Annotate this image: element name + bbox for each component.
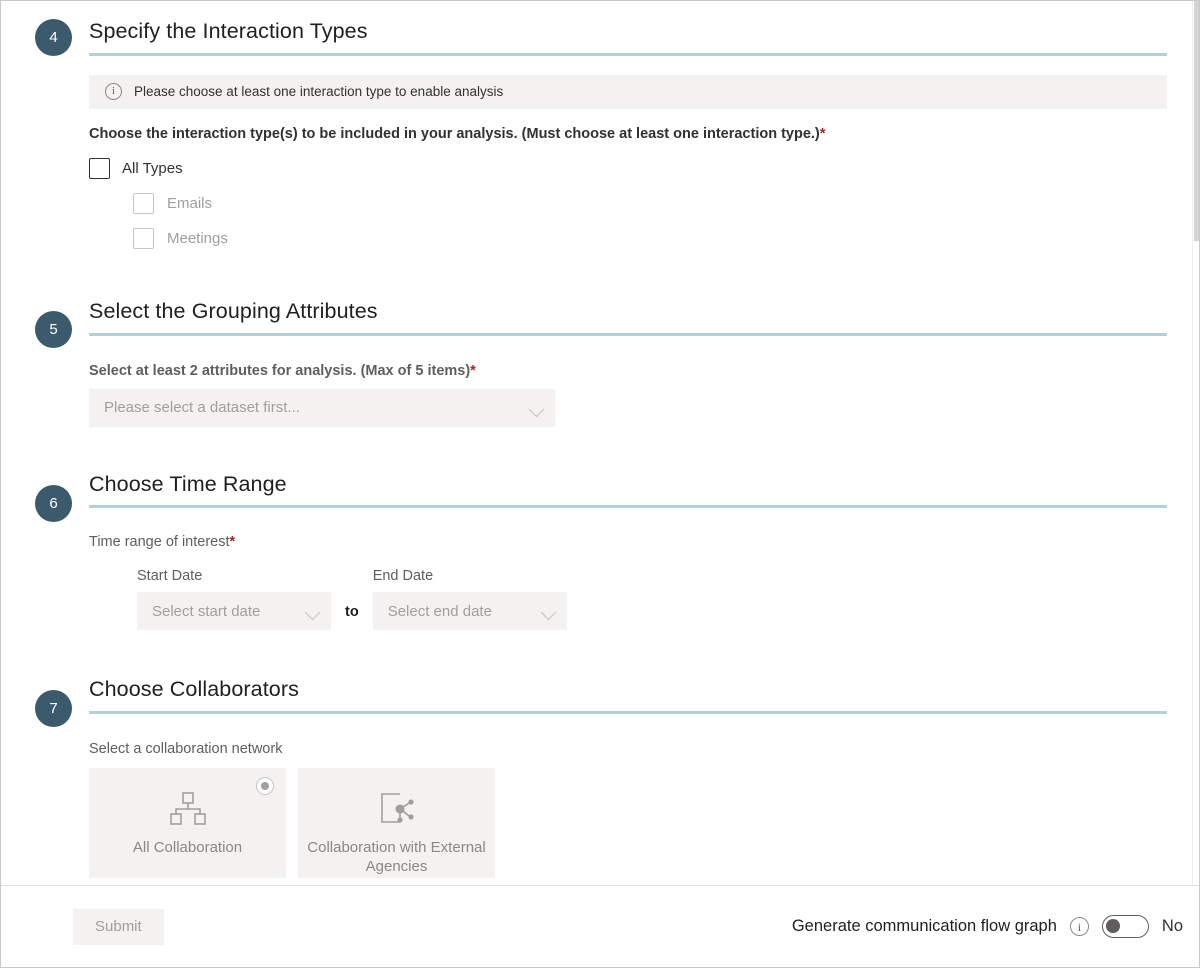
- checkbox-row-emails[interactable]: Emails: [133, 192, 1167, 214]
- collaboration-card-external[interactable]: Collaboration with External Agencies: [298, 768, 495, 879]
- section-divider: [89, 505, 1167, 509]
- date-range-separator: to: [345, 604, 359, 621]
- collaboration-network-prompt: Select a collaboration network: [89, 741, 283, 758]
- radio-selected-icon[interactable]: [256, 777, 274, 796]
- section-divider: [89, 711, 1167, 715]
- checkbox-label-emails: Emails: [167, 194, 213, 212]
- grouping-attributes-prompt: Select at least 2 attributes for analysi…: [89, 363, 1167, 379]
- chevron-down-icon: [540, 605, 556, 621]
- end-date-label: End Date: [372, 568, 434, 585]
- checkbox-row-meetings[interactable]: Meetings: [133, 227, 1167, 249]
- checkbox-all-types[interactable]: [89, 157, 110, 179]
- submit-button[interactable]: Submit: [73, 908, 164, 945]
- info-banner-interaction-types: i Please choose at least one interaction…: [89, 74, 1167, 109]
- section-title-time-range: Choose Time Range: [89, 471, 287, 496]
- checkbox-emails[interactable]: [133, 192, 154, 214]
- step-badge-4: 4: [35, 19, 72, 56]
- section-collaborators: 7 Choose Collaborators Select a collabor…: [1, 630, 1199, 879]
- info-banner-message: Please choose at least one interaction t…: [134, 84, 504, 100]
- section-divider: [89, 332, 1167, 336]
- section-divider: [89, 52, 1167, 56]
- analysis-configuration-form: 4 Specify the Interaction Types i Please…: [0, 0, 1200, 968]
- section-title-interaction-types: Specify the Interaction Types: [89, 19, 368, 43]
- info-icon[interactable]: i: [1069, 917, 1089, 936]
- vertical-scrollbar[interactable]: [1192, 1, 1199, 887]
- info-icon: i: [105, 83, 122, 101]
- scrollbar-thumb[interactable]: [1194, 1, 1199, 241]
- section-time-range: 6 Choose Time Range Time range of intere…: [1, 427, 1199, 631]
- section-grouping-attributes: 5 Select the Grouping Attributes Select …: [1, 249, 1199, 427]
- external-network-icon: [378, 792, 416, 831]
- interaction-types-prompt: Choose the interaction type(s) to be inc…: [89, 126, 1167, 142]
- flow-graph-toggle[interactable]: [1101, 915, 1149, 938]
- required-asterisk: *: [470, 362, 476, 379]
- checkbox-meetings[interactable]: [133, 227, 154, 249]
- checkbox-label-all-types: All Types: [122, 159, 183, 177]
- start-date-picker[interactable]: Select start date: [137, 592, 331, 631]
- time-range-prompt: Time range of interest*: [89, 534, 1167, 550]
- required-asterisk: *: [819, 125, 826, 142]
- interaction-types-prompt-text: Choose the interaction type(s) to be inc…: [89, 125, 820, 142]
- start-date-column: Start Date Select start date: [137, 568, 331, 631]
- flow-graph-toggle-group: Generate communication flow graph i No: [792, 915, 1183, 938]
- section-title-collaborators: Choose Collaborators: [89, 677, 299, 702]
- toggle-knob: [1105, 919, 1120, 933]
- step-badge-5: 5: [35, 310, 72, 348]
- checkbox-row-all-types[interactable]: All Types: [89, 157, 1167, 179]
- grouping-attributes-select[interactable]: Please select a dataset first...: [89, 388, 555, 427]
- date-range-row: Start Date Select start date to End Date…: [89, 568, 1167, 631]
- time-range-prompt-text: Time range of interest: [89, 534, 230, 551]
- grouping-attributes-select-value: Please select a dataset first...: [104, 399, 300, 417]
- end-date-value: Select end date: [387, 602, 492, 620]
- chevron-down-icon: [304, 605, 321, 621]
- section-title-grouping-attributes: Select the Grouping Attributes: [89, 298, 378, 323]
- flow-graph-toggle-label: Generate communication flow graph: [791, 917, 1057, 935]
- form-footer: Submit Generate communication flow graph…: [1, 885, 1199, 967]
- org-hierarchy-icon: [169, 792, 207, 831]
- grouping-attributes-prompt-text: Select at least 2 attributes for analysi…: [89, 362, 471, 379]
- collaboration-card-all[interactable]: All Collaboration: [89, 768, 286, 879]
- collaboration-card-label-all: All Collaboration: [132, 839, 243, 857]
- section-interaction-types: 4 Specify the Interaction Types i Please…: [1, 1, 1199, 249]
- collaboration-card-label-external: Collaboration with External Agencies: [307, 839, 486, 875]
- end-date-column: End Date Select end date: [372, 568, 567, 631]
- checkbox-label-meetings: Meetings: [167, 229, 228, 247]
- step-badge-6: 6: [35, 484, 72, 522]
- start-date-value: Select start date: [152, 602, 261, 620]
- required-asterisk: *: [229, 534, 236, 551]
- flow-graph-toggle-state: No: [1161, 917, 1183, 935]
- start-date-label: Start Date: [137, 568, 203, 585]
- end-date-picker[interactable]: Select end date: [372, 592, 567, 631]
- chevron-down-icon: [528, 401, 545, 417]
- form-scroll-region[interactable]: 4 Specify the Interaction Types i Please…: [1, 1, 1199, 887]
- collaboration-card-row: All Collaboration Collaboration with Ext…: [89, 768, 1167, 879]
- step-badge-7: 7: [35, 690, 72, 728]
